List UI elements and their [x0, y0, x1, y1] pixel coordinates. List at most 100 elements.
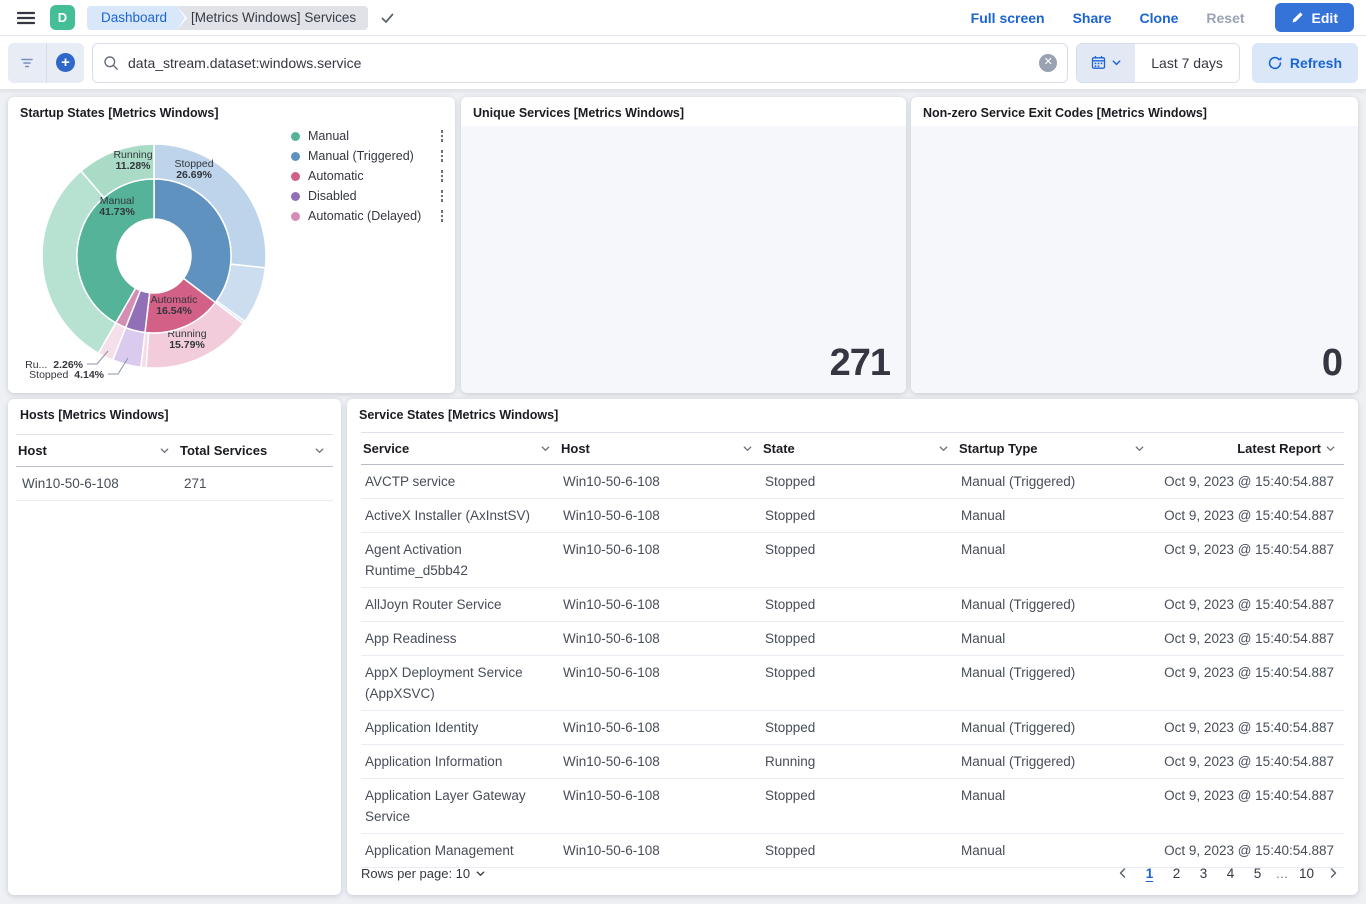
cell-host: Win10-50-6-108	[559, 465, 761, 499]
legend-item-automatic-delayed[interactable]: Automatic (Delayed)	[291, 209, 445, 223]
legend-color-dot	[291, 212, 300, 221]
column-header-state[interactable]: State	[761, 433, 957, 465]
filter-controls: +	[8, 43, 84, 83]
pagination-ellipsis: …	[1273, 866, 1291, 881]
legend-item-label: Automatic (Delayed)	[308, 209, 431, 223]
cell-host: Win10-50-6-108	[559, 533, 761, 588]
refresh-button[interactable]: Refresh	[1252, 43, 1358, 83]
cell-state: Stopped	[761, 656, 957, 711]
cell-startup-type: Manual (Triggered)	[957, 711, 1153, 745]
time-range-button[interactable]: Last 7 days	[1135, 44, 1239, 82]
chevron-down-icon	[314, 445, 325, 456]
breadcrumb-dashboard[interactable]: Dashboard	[87, 6, 177, 30]
menu-button[interactable]	[12, 4, 40, 32]
add-filter-button[interactable]: +	[46, 43, 84, 83]
query-input[interactable]	[128, 55, 1030, 71]
reset-button[interactable]: Reset	[1206, 10, 1244, 26]
date-picker: Last 7 days	[1076, 43, 1240, 83]
legend-item-manual-triggered[interactable]: Manual (Triggered)	[291, 149, 445, 163]
clone-button[interactable]: Clone	[1140, 10, 1179, 26]
cell-state: Running	[761, 745, 957, 779]
cell-state: Stopped	[761, 622, 957, 656]
chevron-down-icon	[1325, 443, 1336, 454]
cell-latest-report: Oct 9, 2023 @ 15:40:54.887	[1153, 533, 1344, 588]
table-row: Win10-50-6-108271	[16, 467, 333, 501]
page-button-1[interactable]: 1	[1138, 861, 1161, 885]
page-button-3[interactable]: 3	[1192, 861, 1215, 885]
cell-host: Win10-50-6-108	[559, 711, 761, 745]
metric-body: 0	[911, 126, 1358, 393]
cell-service: App Readiness	[361, 622, 559, 656]
legend-options-icon[interactable]	[439, 208, 446, 224]
chart-legend: Manual Manual (Triggered) Automatic Disable…	[291, 129, 445, 223]
legend-item-automatic[interactable]: Automatic	[291, 169, 445, 183]
check-icon	[380, 11, 395, 25]
metric-value: 271	[830, 342, 890, 385]
service-states-table: Service Host State Startup Type Latest R…	[361, 432, 1344, 868]
cell-service: AppX Deployment Service (AppXSVC)	[361, 656, 559, 711]
space-avatar[interactable]: D	[50, 5, 75, 30]
slice-label: Automatic16.54%	[151, 294, 198, 317]
hosts-table: Host Total Services Win10-50-6-108271	[16, 434, 333, 501]
startup-states-donut-chart[interactable]: Stopped26.69%Running15.79%Stopped 4.14%R…	[10, 123, 310, 391]
page-button-4[interactable]: 4	[1219, 861, 1242, 885]
metric-value: 0	[1322, 342, 1342, 385]
chevron-down-icon	[1134, 443, 1145, 454]
share-button[interactable]: Share	[1073, 10, 1112, 26]
panel-exit-codes: Non-zero Service Exit Codes [Metrics Win…	[911, 97, 1358, 393]
callout-label: Ru... 2.26%	[25, 359, 84, 371]
page-button-10[interactable]: 10	[1295, 861, 1318, 885]
panel-startup-states: Startup States [Metrics Windows] Stopped…	[8, 97, 455, 393]
cell-host: Win10-50-6-108	[559, 622, 761, 656]
column-header-total-services[interactable]: Total Services	[178, 435, 333, 467]
pagination-next-button[interactable]	[1322, 861, 1344, 885]
cell-host: Win10-50-6-108	[559, 779, 761, 834]
legend-color-dot	[291, 132, 300, 141]
table-row: ActiveX Installer (AxInstSV)Win10-50-6-1…	[361, 499, 1344, 533]
column-header-latest-report[interactable]: Latest Report	[1153, 433, 1344, 465]
panel-unique-services: Unique Services [Metrics Windows] 271	[461, 97, 906, 393]
legend-options-icon[interactable]	[439, 188, 446, 204]
cell-service: ActiveX Installer (AxInstSV)	[361, 499, 559, 533]
cell-service: AllJoyn Router Service	[361, 588, 559, 622]
cell-startup-type: Manual	[957, 499, 1153, 533]
breadcrumb-current-page[interactable]: [Metrics Windows] Services	[173, 6, 368, 30]
table-row: Agent Activation Runtime_d5bb42Win10-50-…	[361, 533, 1344, 588]
cell-startup-type: Manual	[957, 533, 1153, 588]
legend-item-disabled[interactable]: Disabled	[291, 189, 445, 203]
column-header-startup-type[interactable]: Startup Type	[957, 433, 1153, 465]
column-header-host[interactable]: Host	[16, 435, 178, 467]
legend-item-label: Disabled	[308, 189, 431, 203]
breadcrumb: Dashboard [Metrics Windows] Services	[87, 6, 368, 30]
panel-title: Service States [Metrics Windows]	[347, 399, 1358, 426]
filter-button[interactable]	[8, 43, 46, 83]
legend-options-icon[interactable]	[439, 168, 446, 184]
page-button-5[interactable]: 5	[1246, 861, 1269, 885]
pagination-prev-button[interactable]	[1112, 861, 1134, 885]
full-screen-button[interactable]: Full screen	[971, 10, 1045, 26]
legend-options-icon[interactable]	[439, 128, 446, 144]
legend-item-manual[interactable]: Manual	[291, 129, 445, 143]
cell-startup-type: Manual	[957, 779, 1153, 834]
calendar-icon	[1091, 55, 1106, 70]
edit-button-label: Edit	[1312, 10, 1338, 26]
rows-per-page-button[interactable]: Rows per page: 10	[361, 866, 486, 881]
legend-color-dot	[291, 152, 300, 161]
column-header-host[interactable]: Host	[559, 433, 761, 465]
search-bar: ✕	[92, 43, 1068, 83]
clear-search-button[interactable]: ✕	[1039, 54, 1057, 72]
plus-icon: +	[56, 53, 75, 72]
cell-latest-report: Oct 9, 2023 @ 15:40:54.887	[1153, 465, 1344, 499]
search-icon	[103, 55, 119, 71]
chevron-down-icon	[938, 443, 949, 454]
page-button-2[interactable]: 2	[1165, 861, 1188, 885]
pencil-icon	[1291, 11, 1304, 24]
legend-options-icon[interactable]	[439, 148, 446, 164]
column-header-service[interactable]: Service	[361, 433, 559, 465]
calendar-dropdown-button[interactable]	[1077, 44, 1135, 82]
refresh-button-label: Refresh	[1290, 55, 1342, 71]
refresh-icon	[1268, 56, 1282, 70]
cell-service: Agent Activation Runtime_d5bb42	[361, 533, 559, 588]
edit-button[interactable]: Edit	[1275, 3, 1354, 32]
table-footer: Rows per page: 10 12345 … 10	[361, 861, 1344, 885]
